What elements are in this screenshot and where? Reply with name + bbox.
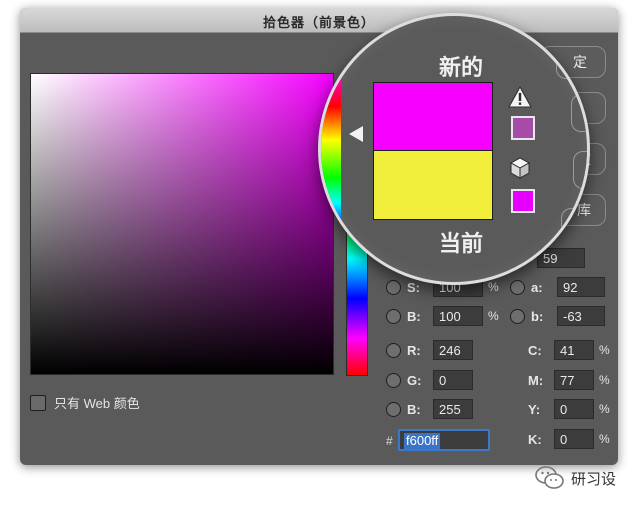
title-bar[interactable]: 拾色器（前景色） [20, 8, 618, 33]
g-input[interactable]: 0 [433, 370, 473, 390]
hex-value: f600ff [404, 433, 441, 449]
web-colors-only-checkbox[interactable] [30, 394, 46, 411]
current-color-label: 当前 [438, 231, 483, 256]
brightness-radio[interactable] [386, 308, 401, 324]
field-row-a: a: 92 [510, 276, 605, 298]
m-label: M: [528, 372, 544, 388]
field-row-m: M: 77 % [528, 369, 610, 391]
field-row-g: G: 0 [386, 369, 473, 391]
c-label: C: [528, 342, 542, 358]
hex-input[interactable]: f600ff [398, 429, 490, 451]
new-color-label: 新的 [438, 55, 483, 80]
m-unit: % [599, 373, 610, 387]
k-label: K: [528, 431, 542, 447]
hex-label: # [386, 434, 393, 448]
gamut-color-swatch[interactable] [511, 116, 535, 140]
web-safe-color-swatch[interactable] [511, 189, 535, 213]
field-row-brightness: B: 100 % [386, 305, 499, 327]
g-label: G: [407, 372, 422, 388]
k-unit: % [599, 432, 610, 446]
new-color-swatch [373, 82, 493, 152]
web-safe-cube-icon[interactable] [508, 156, 532, 180]
field-row-b-lab: b: -63 [510, 305, 605, 327]
y-input[interactable]: 0 [554, 399, 594, 419]
current-color-swatch[interactable] [373, 150, 493, 220]
s-radio[interactable] [386, 279, 401, 295]
r-radio[interactable] [386, 342, 401, 358]
magnified-ok-button [556, 41, 587, 79]
field-row-r: R: 246 [386, 339, 473, 361]
magnified-hue-slider [321, 56, 341, 266]
out-of-gamut-warning-icon[interactable] [508, 86, 532, 108]
brightness-unit: % [488, 309, 499, 323]
c-input[interactable]: 41 [554, 340, 594, 360]
watermark: 研习设 [535, 465, 616, 491]
k-input[interactable]: 0 [554, 429, 594, 449]
a-radio[interactable] [510, 279, 525, 295]
brightness-input[interactable]: 100 [433, 306, 483, 326]
blue-label: B: [407, 401, 421, 417]
b-lab-label: b: [531, 308, 544, 324]
y-unit: % [599, 402, 610, 416]
blue-input[interactable]: 255 [433, 399, 473, 419]
magnified-hue-handle [349, 126, 363, 142]
a-input[interactable]: 92 [557, 277, 605, 297]
field-row-blue: B: 255 [386, 398, 473, 420]
magnified-libraries-button [561, 208, 587, 246]
l-input[interactable]: 59 [537, 248, 585, 268]
window-title: 拾色器（前景色） [262, 15, 375, 30]
r-input[interactable]: 246 [433, 340, 473, 360]
s-unit: % [488, 280, 499, 294]
field-row-k: K: 0 % [528, 428, 610, 450]
web-colors-only-option[interactable]: 只有 Web 颜色 [30, 393, 140, 412]
color-field[interactable] [30, 73, 334, 375]
wechat-icon [535, 466, 564, 489]
brightness-label: B: [407, 308, 421, 324]
r-label: R: [407, 342, 421, 358]
b-lab-radio[interactable] [510, 308, 525, 324]
field-row-c: C: 41 % [528, 339, 610, 361]
m-input[interactable]: 77 [554, 370, 594, 390]
blue-radio[interactable] [386, 401, 401, 417]
b-lab-input[interactable]: -63 [557, 306, 605, 326]
g-radio[interactable] [386, 372, 401, 388]
magnifier-overlay: 新的 当前 [318, 13, 590, 285]
watermark-text: 研习设 [571, 470, 617, 488]
y-label: Y: [528, 401, 541, 417]
c-unit: % [599, 343, 610, 357]
web-colors-only-label: 只有 Web 颜色 [54, 396, 140, 411]
a-label: a: [531, 279, 543, 295]
field-row-y: Y: 0 % [528, 398, 610, 420]
